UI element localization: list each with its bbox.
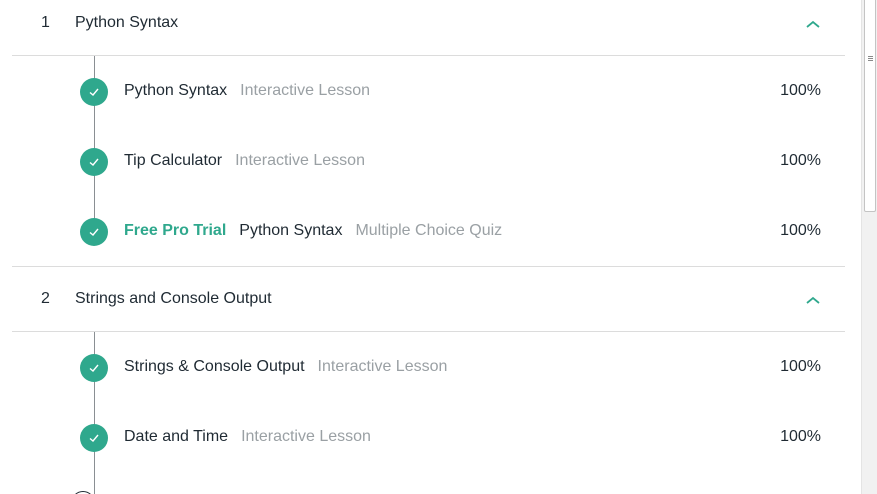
lesson-type: Interactive Lesson [240, 82, 371, 99]
lesson-text: Date and Time Interactive Lesson [124, 428, 371, 446]
grip-icon [868, 56, 873, 62]
check-icon [80, 148, 108, 176]
lesson-title[interactable]: Python Syntax [124, 82, 227, 99]
lesson-row[interactable]: Python Syntax Interactive Lesson 100% [12, 56, 845, 126]
lesson-title[interactable]: Python Syntax [239, 222, 342, 239]
section-header-python-syntax[interactable]: 1 Python Syntax [12, 0, 845, 56]
lesson-row[interactable]: Strings & Console Output Interactive Less… [12, 332, 845, 402]
lesson-text: Free Pro Trial Python Syntax Multiple Choi… [124, 222, 502, 240]
course-syllabus-page: 1 Python Syntax Python Syntax Interactive… [0, 0, 877, 494]
section-number: 1 [41, 14, 50, 31]
lesson-row[interactable]: Date and Time Interactive Lesson 100% [12, 402, 845, 472]
lesson-type: Multiple Choice Quiz [355, 222, 503, 239]
free-pro-trial-link[interactable]: Free Pro Trial [124, 222, 226, 239]
lesson-progress-percent: 100% [780, 222, 821, 239]
lesson-list-strings-console-output: Strings & Console Output Interactive Less… [12, 332, 845, 494]
lesson-title[interactable]: Tip Calculator [124, 152, 222, 169]
lesson-progress-percent: 100% [780, 358, 821, 375]
lesson-title[interactable]: Date and Time [124, 428, 228, 445]
section-title: Python Syntax [75, 14, 179, 31]
lesson-type: Interactive Lesson [235, 152, 365, 169]
lesson-progress-percent: 100% [780, 152, 821, 169]
chevron-up-icon[interactable] [805, 294, 821, 306]
check-icon [80, 218, 108, 246]
check-icon [80, 424, 108, 452]
check-icon [80, 354, 108, 382]
lesson-progress-percent: 100% [780, 82, 821, 99]
lesson-type: Interactive Lesson [241, 428, 371, 445]
lesson-text: Tip Calculator Interactive Lesson [124, 152, 365, 170]
lesson-progress-percent: 100% [780, 428, 821, 445]
lesson-text: Python Syntax Interactive Lesson [124, 82, 370, 100]
chevron-up-icon[interactable] [805, 18, 821, 30]
lesson-list-python-syntax: Python Syntax Interactive Lesson 100% Tip… [12, 56, 845, 266]
section-number: 2 [41, 290, 50, 307]
section-header-strings-console-output[interactable]: 2 Strings and Console Output [12, 266, 845, 332]
lesson-row[interactable]: Free Pro Trial Python Syntax Multiple Choi… [12, 196, 845, 266]
lesson-text: Strings & Console Output Interactive Less… [124, 358, 447, 376]
lesson-type: Interactive Lesson [317, 358, 448, 375]
scrollbar-thumb[interactable] [864, 0, 876, 212]
syllabus-content: 1 Python Syntax Python Syntax Interactive… [12, 0, 845, 494]
lesson-title[interactable]: Strings & Console Output [124, 358, 305, 375]
section-title: Strings and Console Output [75, 290, 272, 307]
lesson-row[interactable]: Tip Calculator Interactive Lesson 100% [12, 126, 845, 196]
check-icon [80, 78, 108, 106]
vertical-scrollbar[interactable] [861, 0, 877, 494]
